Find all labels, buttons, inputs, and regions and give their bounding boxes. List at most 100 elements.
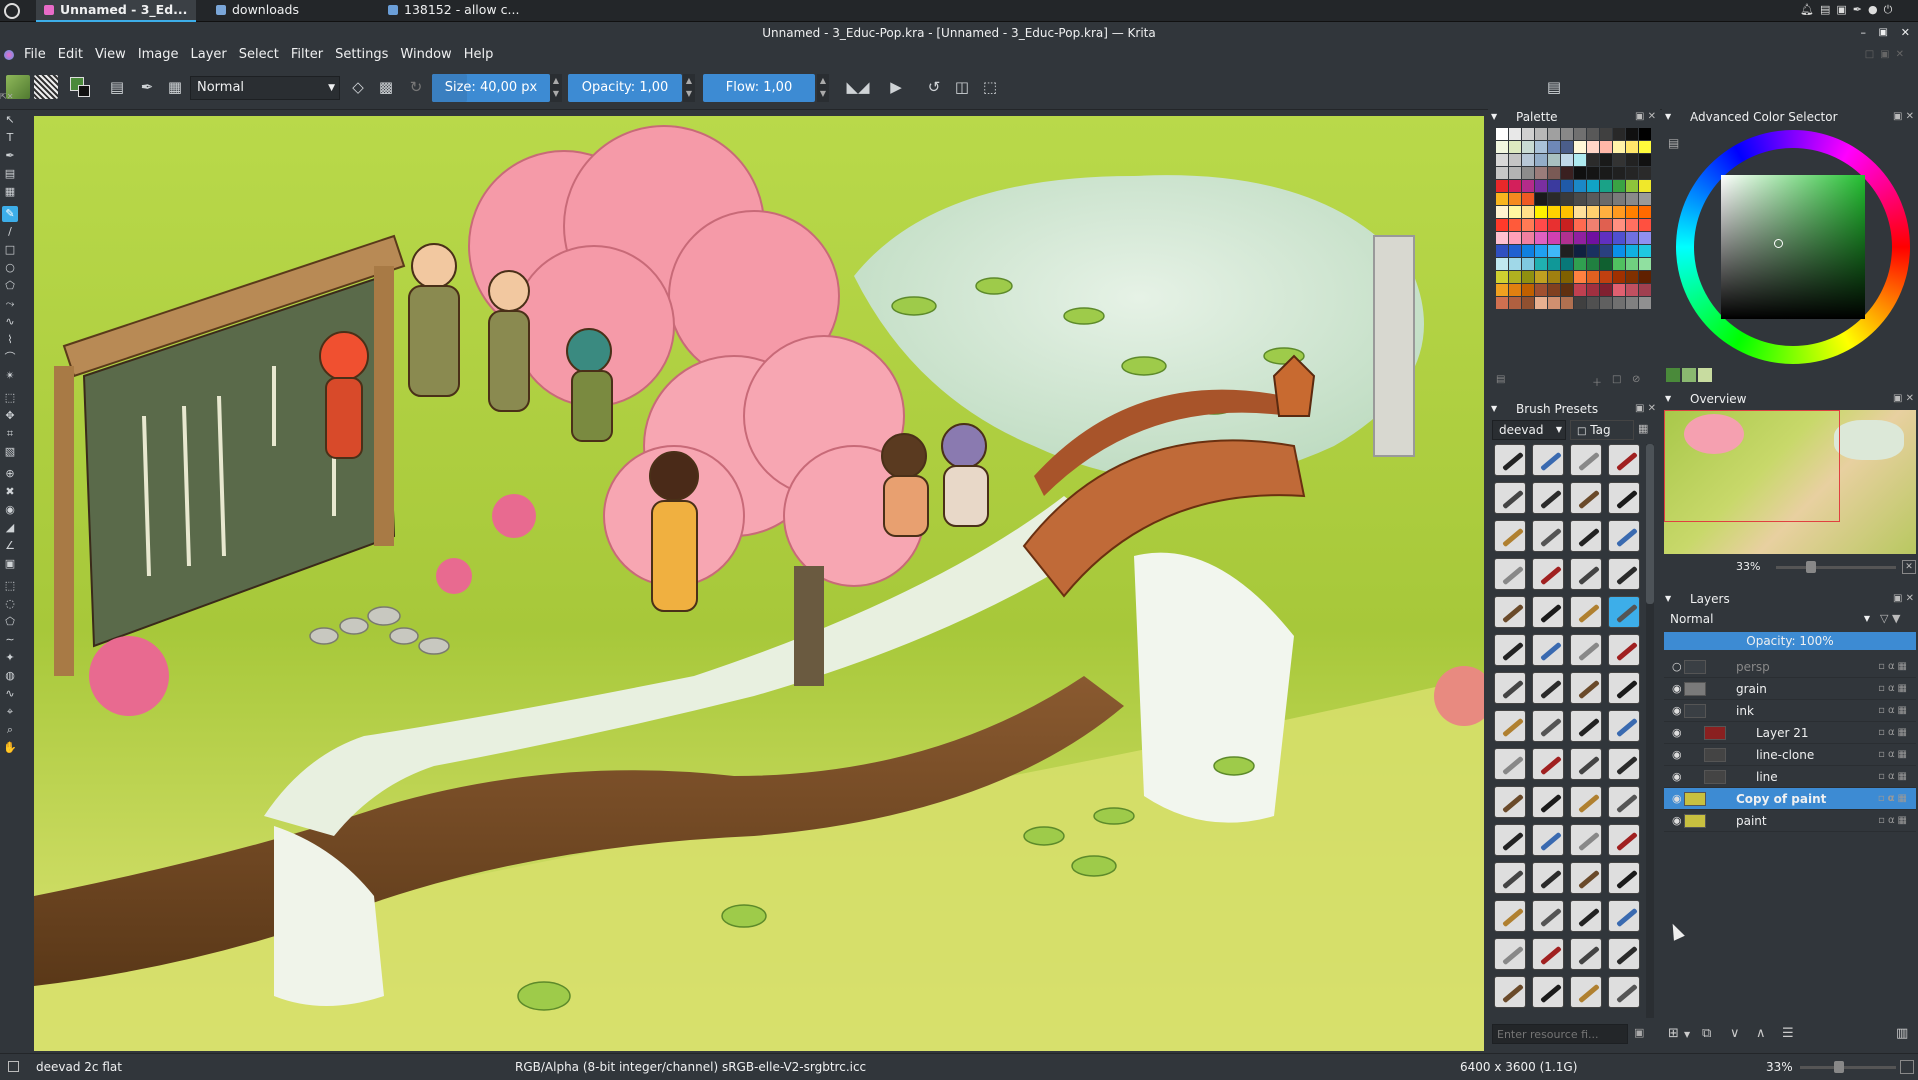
palette-swatch[interactable] (1613, 154, 1625, 166)
palette-swatch[interactable] (1535, 258, 1547, 270)
brush-preset-item[interactable] (1532, 482, 1564, 514)
palette-swatch[interactable] (1613, 258, 1625, 270)
brush-preset-item[interactable] (1608, 444, 1640, 476)
palette-swatch[interactable] (1522, 232, 1534, 244)
zoom-fit-icon[interactable]: ✕ (1902, 560, 1916, 574)
move-layer-up-icon[interactable]: ∧ (1756, 1026, 1766, 1041)
palette-swatch[interactable] (1509, 180, 1521, 192)
brush-preset-item[interactable] (1608, 786, 1640, 818)
palette-swatch[interactable] (1613, 206, 1625, 218)
palette-swatch[interactable] (1522, 219, 1534, 231)
palette-swatch[interactable] (1600, 141, 1612, 153)
eye-icon[interactable]: ◉ (1672, 678, 1682, 700)
fit-canvas-icon[interactable]: ⬚ (978, 75, 1002, 99)
palette-swatch[interactable] (1496, 128, 1508, 140)
calligraphy-tool-icon[interactable]: ✒ (2, 148, 18, 164)
eye-icon[interactable]: ◉ (1672, 810, 1682, 832)
palette-swatch[interactable] (1535, 128, 1547, 140)
resource-filter-input[interactable] (1492, 1024, 1628, 1044)
collapse-icon[interactable]: ▼ (1491, 108, 1497, 126)
palette-swatch[interactable] (1639, 193, 1651, 205)
magnetic-select-tool-icon[interactable]: ⌖ (2, 704, 18, 720)
brush-preset-item[interactable] (1532, 710, 1564, 742)
pan-tool-icon[interactable]: ✋ (2, 740, 18, 756)
palette-swatch[interactable] (1509, 219, 1521, 231)
brush-preset-item[interactable] (1494, 444, 1526, 476)
palette-swatch[interactable] (1509, 271, 1521, 283)
palette-swatch[interactable] (1574, 193, 1586, 205)
brush-preset-item[interactable] (1570, 520, 1602, 552)
float-close-icon[interactable]: ▣ ✕ (1893, 108, 1914, 126)
palette-swatch[interactable] (1600, 297, 1612, 309)
menu-select[interactable]: Select (233, 44, 285, 66)
palette-swatch[interactable] (1548, 180, 1560, 192)
palette-swatch[interactable] (1600, 193, 1612, 205)
palette-swatch[interactable] (1509, 141, 1521, 153)
palette-swatch[interactable] (1548, 193, 1560, 205)
freehand-select-tool-icon[interactable]: ∼ (2, 632, 18, 648)
palette-swatch[interactable] (1561, 128, 1573, 140)
palette-swatch[interactable] (1587, 128, 1599, 140)
layer-row[interactable]: ◉ ink ▫α▦ (1664, 700, 1916, 722)
palette-swatch[interactable] (1496, 284, 1508, 296)
wrap-around-icon[interactable]: ◫ (950, 75, 974, 99)
palette-swatch[interactable] (1626, 167, 1638, 179)
palette-chooser-icon[interactable]: ▤ (1496, 374, 1505, 385)
presets-grid-icon[interactable]: ▦ (163, 75, 187, 99)
palette-swatch[interactable] (1561, 219, 1573, 231)
float-close-icon[interactable]: ▣ ✕ (1635, 400, 1656, 418)
dynamic-brush-tool-icon[interactable]: ⌒ (2, 350, 18, 366)
maximize-icon[interactable]: ▣ (1879, 22, 1888, 44)
palette-swatch[interactable] (1600, 232, 1612, 244)
brush-preset-item[interactable] (1570, 634, 1602, 666)
size-spin-arrows[interactable]: ▲ ▼ (550, 74, 562, 102)
status-zoom-slider[interactable] (1800, 1061, 1896, 1073)
menu-edit[interactable]: Edit (52, 44, 89, 66)
palette-swatch[interactable] (1496, 167, 1508, 179)
mirror-horizontal-icon[interactable]: ◣◢ (846, 75, 870, 99)
gradient-tool-icon[interactable]: ▧ (2, 444, 18, 460)
brush-preset-item[interactable] (1570, 938, 1602, 970)
brush-view-mode-icon[interactable]: ▦ (1638, 422, 1654, 438)
layer-properties-icon[interactable]: ☰ (1782, 1026, 1794, 1041)
palette-swatch[interactable] (1535, 271, 1547, 283)
brush-preset-item[interactable] (1570, 824, 1602, 856)
task-0[interactable]: Unnamed - 3_Ed... (36, 0, 196, 22)
float-close-icon[interactable]: ▣ ✕ (1893, 590, 1914, 608)
eye-icon[interactable]: ◉ (1672, 700, 1682, 722)
duplicate-layer-icon[interactable]: ⧉ (1702, 1026, 1711, 1041)
freehand-brush-tool-icon[interactable]: ✎ (2, 206, 18, 222)
menu-layer[interactable]: Layer (185, 44, 233, 66)
palette-swatch[interactable] (1587, 258, 1599, 270)
brush-preset-item[interactable] (1608, 558, 1640, 590)
palette-swatch[interactable] (1613, 219, 1625, 231)
preserve-alpha-icon[interactable]: ▩ (374, 75, 398, 99)
brush-preset-item[interactable] (1532, 862, 1564, 894)
canvas-area[interactable] (34, 116, 1484, 1051)
toolbar-menu-icon[interactable]: ▤ (1542, 75, 1566, 99)
brush-preset-item[interactable] (1532, 938, 1564, 970)
palette-swatch[interactable] (1522, 271, 1534, 283)
brush-preset-item[interactable] (1570, 748, 1602, 780)
brush-settings-icon[interactable]: ✒ (135, 75, 159, 99)
screenshot-icon[interactable]: ▣ (1836, 3, 1852, 16)
overview-zoom-slider[interactable] (1776, 561, 1896, 573)
clipboard-icon[interactable]: ▤ (1820, 3, 1836, 16)
rotate-canvas-icon[interactable]: ↺ (922, 75, 946, 99)
brush-preset-item[interactable] (1532, 520, 1564, 552)
brush-preset-item[interactable] (1494, 786, 1526, 818)
palette-swatch[interactable] (1535, 219, 1547, 231)
tag-button[interactable]: □ Tag (1570, 420, 1634, 440)
palette-swatch[interactable] (1522, 245, 1534, 257)
layer-lock-alpha-icons[interactable]: ▫α▦ (1878, 810, 1910, 832)
palette-swatch[interactable] (1522, 154, 1534, 166)
layer-row[interactable]: ◉ line ▫α▦ (1664, 766, 1916, 788)
palette-swatch[interactable] (1535, 284, 1547, 296)
ellipse-tool-icon[interactable]: ○ (2, 260, 18, 276)
artwork-canvas[interactable] (34, 116, 1484, 1051)
select-shapes-tool-icon[interactable]: ↖ (2, 112, 18, 128)
brush-preset-item[interactable] (1570, 558, 1602, 590)
brush-preset-item[interactable] (1570, 710, 1602, 742)
palette-swatch[interactable] (1535, 297, 1547, 309)
palette-swatch[interactable] (1626, 245, 1638, 257)
